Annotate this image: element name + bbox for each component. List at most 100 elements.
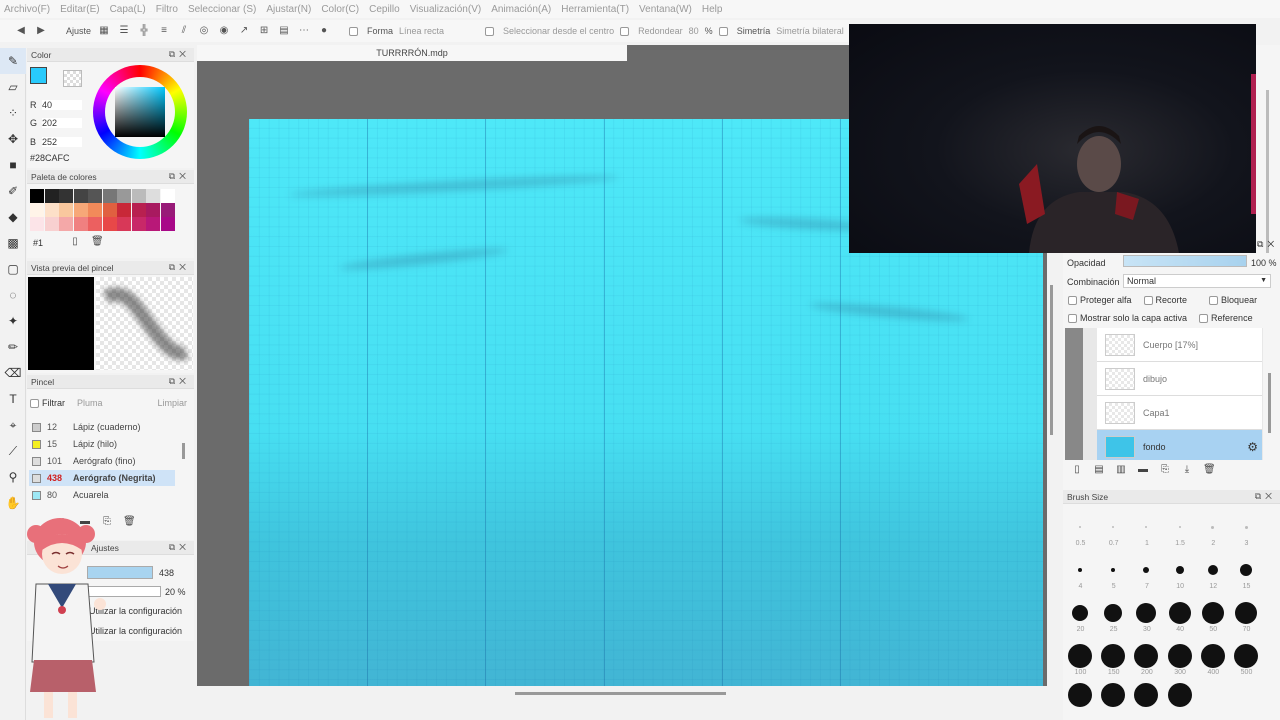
bucket-icon[interactable]: ◆	[0, 204, 26, 230]
brush-size-dot[interactable]	[1211, 525, 1215, 529]
gear-icon[interactable]: ⚙	[1247, 440, 1258, 454]
perspective-icon[interactable]: ⫽	[177, 24, 191, 38]
layer-row[interactable]: dibujo	[1097, 362, 1262, 396]
palette-swatch[interactable]	[131, 203, 146, 217]
palette-swatch[interactable]	[30, 203, 44, 217]
grid-icon[interactable]: ╬	[137, 24, 151, 38]
panel-controls-icon[interactable]: ⧉✕	[169, 171, 190, 182]
panel-controls-icon[interactable]: ⧉✕	[1255, 491, 1276, 502]
palette-swatch[interactable]	[146, 189, 160, 203]
layer-panel-controls-icon[interactable]: ⧉✕	[1257, 239, 1278, 250]
brush-size-dot[interactable]	[1143, 567, 1150, 573]
menu-item[interactable]: Cepillo	[369, 4, 400, 15]
size-value[interactable]: 438	[159, 568, 174, 578]
menu-item[interactable]: Color(C)	[321, 4, 359, 15]
menu-item[interactable]: Visualización(V)	[410, 4, 482, 15]
clip-checkbox[interactable]	[1143, 295, 1153, 305]
forma-checkbox[interactable]	[349, 26, 359, 36]
magic-wand-icon[interactable]: ✦	[0, 308, 26, 334]
brush-size-dot[interactable]	[1101, 644, 1126, 668]
pen-icon[interactable]: ✎	[0, 48, 26, 74]
trash-icon[interactable]: 🗑	[123, 516, 136, 528]
menu-item[interactable]: Seleccionar (S)	[188, 4, 256, 15]
reference-checkbox[interactable]	[1199, 313, 1209, 323]
hex-value[interactable]: #28CAFC	[30, 153, 70, 163]
brush-size-dot[interactable]	[1111, 568, 1116, 572]
opacity-value[interactable]: 20 %	[165, 587, 186, 597]
palette-swatch[interactable]	[131, 217, 146, 231]
forma-select[interactable]: Línea recta	[399, 26, 479, 36]
palette-swatch[interactable]	[102, 189, 117, 203]
brush-size-dot[interactable]	[1101, 683, 1126, 707]
layer-row[interactable]: Capa1	[1097, 396, 1262, 430]
dot-pen-icon[interactable]: ⁘	[0, 100, 26, 126]
menu-item[interactable]: Ventana(W)	[639, 4, 692, 15]
text-icon[interactable]: T	[0, 386, 26, 412]
palette-swatch[interactable]	[88, 203, 102, 217]
new-layer2-icon[interactable]: ▤	[1093, 464, 1105, 476]
palette-swatch[interactable]	[44, 203, 59, 217]
palette-swatch[interactable]	[59, 189, 73, 203]
gradient-icon[interactable]: ▩	[0, 230, 26, 256]
brush-size-dot[interactable]	[1234, 644, 1258, 668]
ajuste-label[interactable]: Ajuste	[66, 26, 91, 36]
palette-swatch[interactable]	[117, 217, 131, 231]
horizontal-scrollbar[interactable]	[515, 692, 726, 695]
redondear-value[interactable]: 80	[689, 26, 699, 36]
ruler-icon[interactable]: ▦	[97, 24, 111, 38]
brush-size-dot[interactable]	[1167, 683, 1192, 707]
clear-button[interactable]: Limpiar	[157, 398, 187, 408]
palette-swatch[interactable]	[146, 217, 160, 231]
only-active-checkbox[interactable]	[1068, 313, 1077, 323]
panel-controls-icon[interactable]: ⧉✕	[169, 376, 190, 387]
new-palette-icon[interactable]: ▯	[69, 236, 81, 248]
b-value[interactable]: 252	[42, 137, 82, 147]
brush-size-dot[interactable]	[1078, 568, 1082, 572]
palette-swatch[interactable]	[73, 189, 88, 203]
brush-icon[interactable]: ✐	[0, 178, 26, 204]
r-value[interactable]: 40	[42, 100, 82, 110]
brush-size-dot[interactable]	[1145, 526, 1148, 528]
palette-swatch[interactable]	[117, 203, 131, 217]
brush-list-item[interactable]: 438 Aerógrafo (Negrita)	[29, 470, 175, 486]
brush-list-item[interactable]: 15 Lápiz (hilo)	[29, 436, 175, 452]
move-icon[interactable]: ✥	[0, 126, 26, 152]
brush-size-dot[interactable]	[1201, 602, 1224, 624]
palette-set-select[interactable]: #1	[33, 238, 43, 248]
brush-size-dot[interactable]	[1072, 605, 1088, 621]
menu-item[interactable]: Help	[702, 4, 723, 15]
brush-size-dot[interactable]	[1178, 526, 1181, 528]
operation-icon[interactable]: ⌖	[0, 412, 26, 438]
lock-checkbox[interactable]	[1209, 295, 1219, 305]
palette-swatch[interactable]	[102, 217, 117, 231]
grid2-icon[interactable]: ▤	[277, 24, 291, 38]
folder-icon[interactable]: ▬	[1137, 464, 1149, 476]
protect-alpha-checkbox[interactable]	[1068, 295, 1077, 305]
select-eraser-icon[interactable]: ⌫	[0, 360, 26, 386]
divide-icon[interactable]: ⟋	[0, 438, 26, 464]
hand-icon[interactable]: ✋	[0, 490, 26, 516]
brush-size-dot[interactable]	[1168, 602, 1191, 624]
palette-swatch[interactable]	[59, 203, 73, 217]
brush-size-dot[interactable]	[1134, 683, 1159, 707]
curve-icon[interactable]: ↗	[237, 24, 251, 38]
simetria-checkbox[interactable]	[718, 26, 728, 36]
delete-palette-icon[interactable]: 🗑	[91, 236, 104, 248]
brush-size-dot[interactable]	[1112, 526, 1115, 528]
layer-row[interactable]: fondo ⚙	[1097, 430, 1262, 460]
merge-icon[interactable]: ⤓	[1181, 464, 1193, 476]
brush-size-dot[interactable]	[1068, 683, 1092, 707]
menu-item[interactable]: Archivo(F)	[4, 4, 50, 15]
menu-item[interactable]: Editar(E)	[60, 4, 99, 15]
palette-swatch[interactable]	[160, 217, 175, 231]
brush-list-item[interactable]: 12 Lápiz (cuaderno)	[29, 419, 175, 435]
menu-item[interactable]: Filtro	[156, 4, 178, 15]
palette-swatch[interactable]	[73, 203, 88, 217]
eraser-icon[interactable]: ▱	[0, 74, 26, 100]
select-rect-icon[interactable]: ▢	[0, 256, 26, 282]
concentric-icon[interactable]: ◉	[217, 24, 231, 38]
new-layer-icon[interactable]: ▯	[1071, 464, 1083, 476]
snap-icon[interactable]: ⋯	[297, 24, 311, 38]
brush-size-dot[interactable]	[1207, 565, 1218, 575]
brush-scrollbar[interactable]	[182, 443, 185, 459]
